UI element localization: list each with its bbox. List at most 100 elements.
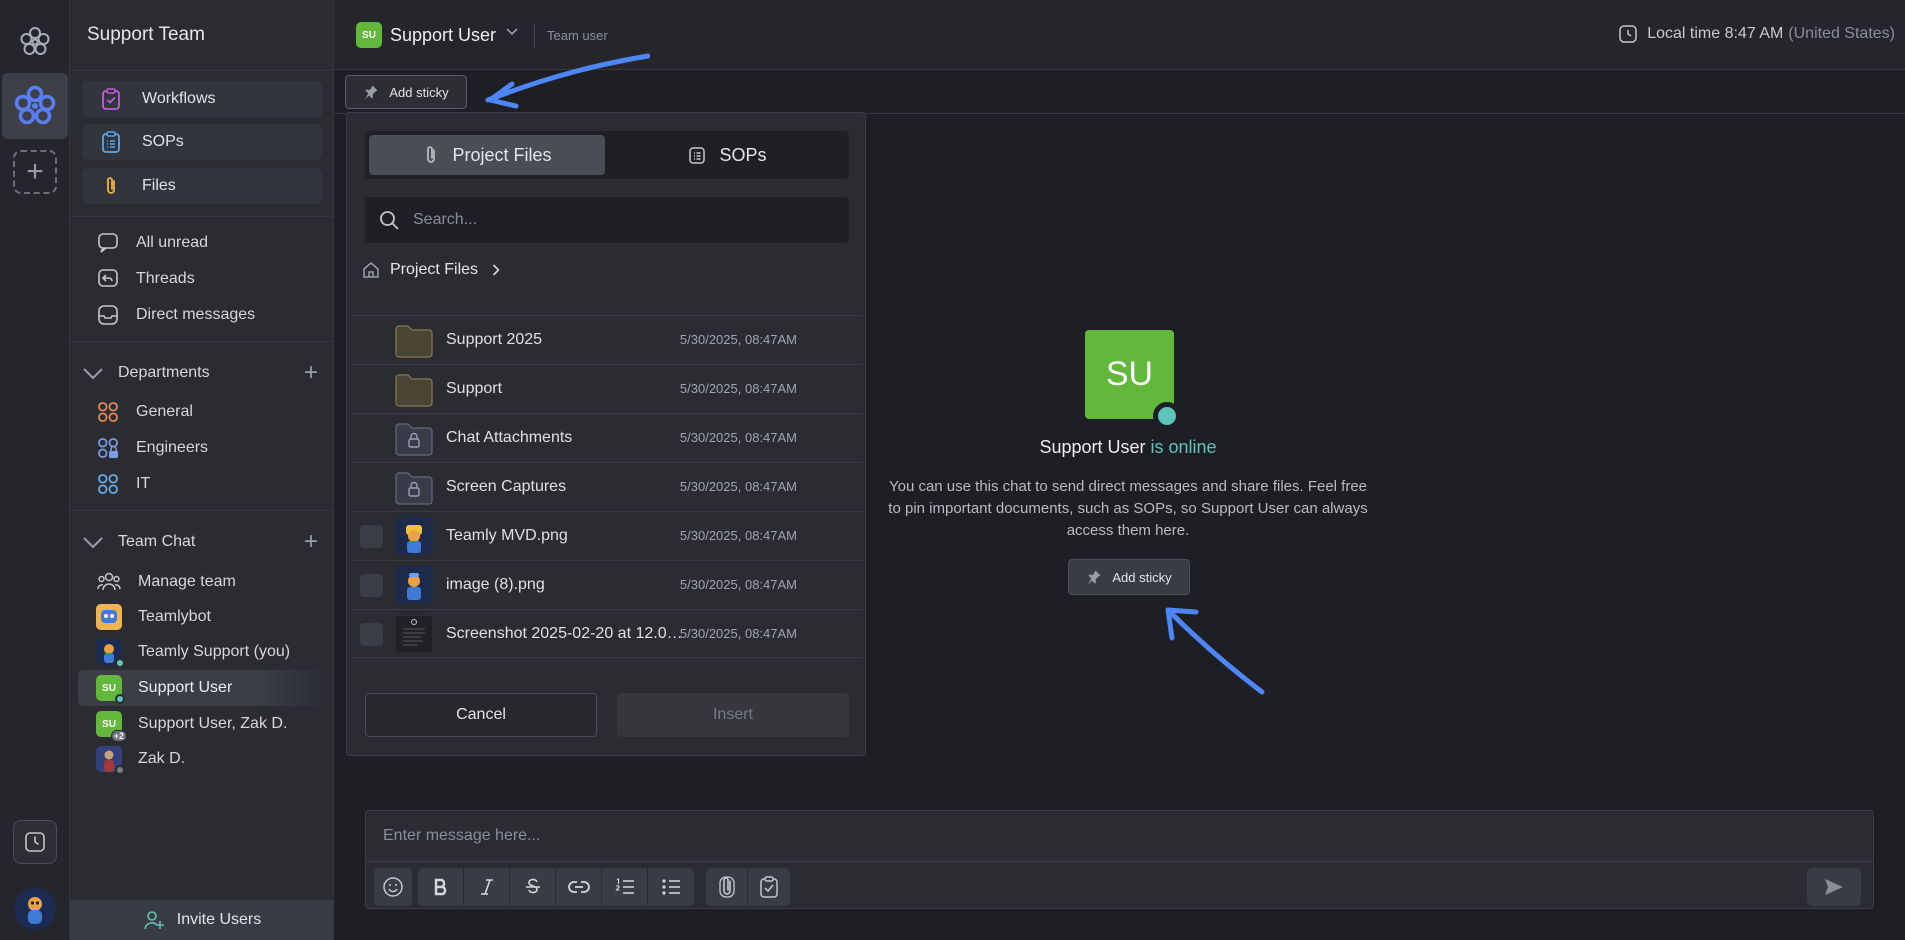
clock-icon [25,832,45,852]
tab-sops[interactable]: SOPs [609,135,845,175]
section-departments[interactable]: Departments + [80,358,324,388]
app-logo-icon[interactable] [17,24,53,60]
clipboard-list-icon [98,129,124,155]
add-workspace-button[interactable]: + [13,150,57,194]
message-input[interactable]: Enter message here... [383,827,540,845]
sidebar-item-files[interactable]: Files [82,168,322,204]
file-row[interactable]: Screen Captures 5/30/2025, 08:47AM [350,462,862,511]
add-department-button[interactable]: + [304,361,318,385]
sidebar-item-general[interactable]: General [96,397,193,427]
department-icon [96,472,120,496]
file-row[interactable]: Support 5/30/2025, 08:47AM [350,364,862,413]
link-button[interactable] [556,868,602,906]
file-checkbox[interactable] [360,525,383,548]
reply-icon [96,267,120,291]
add-sticky-button[interactable]: Add sticky [345,75,467,109]
file-search-input[interactable]: Search... [365,197,849,243]
checklist-button[interactable] [748,868,790,906]
sidebar-item-label: Direct messages [136,306,256,323]
workspace-icon [13,84,57,128]
welcome-title: Support User is online [885,437,1371,458]
file-row[interactable]: Chat Attachments 5/30/2025, 08:47AM [350,413,862,462]
breadcrumb-current[interactable]: Project Files [390,261,478,279]
user-avatar[interactable] [14,888,56,930]
bold-icon [434,878,446,896]
chevron-down-icon [80,535,106,549]
sidebar-item-workflows[interactable]: Workflows [82,81,322,117]
strikethrough-button[interactable] [510,868,556,906]
attach-button[interactable] [706,868,748,906]
sidebar-item-it[interactable]: IT [96,469,150,499]
attach-icon [718,876,735,898]
emoji-icon [383,877,403,897]
sidebar-item-sops[interactable]: SOPs [82,124,322,160]
invite-label: Invite Users [176,911,262,928]
avatar: SU [356,22,382,48]
sidebar-item-direct-messages[interactable]: Direct messages [96,300,255,330]
home-icon[interactable] [362,261,380,279]
tab-project-files[interactable]: Project Files [369,135,605,175]
sidebar-item-label: Files [142,177,176,194]
sidebar-item-teamly-support[interactable]: Teamly Support (you) [96,637,290,668]
member-count-badge: +2 [110,730,127,742]
emoji-button[interactable] [374,868,412,906]
section-team-chat[interactable]: Team Chat + [80,527,324,557]
sidebar-item-label: Teamlybot [138,608,211,625]
file-checkbox[interactable] [360,623,383,646]
divider [366,861,1873,862]
file-list: Support 2025 5/30/2025, 08:47AM Support … [350,315,862,658]
add-sticky-button[interactable]: Add sticky [1068,559,1190,595]
sidebar-item-teamlybot[interactable]: Teamlybot [96,602,211,632]
ordered-list-button[interactable] [602,868,648,906]
add-chat-button[interactable]: + [304,530,318,554]
sidebar-item-manage-team[interactable]: Manage team [96,567,236,597]
sticky-file-picker: Project Files SOPs Search... Project Fil… [346,112,866,756]
chevron-down-icon[interactable] [506,28,518,36]
sidebar-item-label: General [136,403,193,420]
avatar: SU +2 [96,711,127,742]
sidebar-item-group-chat[interactable]: SU +2 Support User, Zak D. [96,709,287,742]
avatar [96,746,125,775]
send-button[interactable] [1807,868,1861,906]
chevron-down-icon [80,366,106,380]
bold-button[interactable] [418,868,464,906]
clipboard-check-icon [98,86,124,112]
checklist-icon [760,876,778,898]
link-icon [567,881,590,893]
sidebar-item-label: SOPs [142,133,184,150]
cancel-button[interactable]: Cancel [365,693,597,737]
file-row[interactable]: Screenshot 2025-02-20 at 12.04.5... 5/30… [350,609,862,658]
file-date: 5/30/2025, 08:47AM [679,528,797,543]
file-row[interactable]: Teamly MVD.png 5/30/2025, 08:47AM [350,511,862,560]
file-checkbox[interactable] [360,574,383,597]
sidebar-item-all-unread[interactable]: All unread [96,228,208,258]
workspace-rail: + [0,0,70,940]
chat-title[interactable]: Support User [390,25,496,46]
section-title: Team Chat [118,533,196,550]
sidebar-item-threads[interactable]: Threads [96,264,195,294]
online-indicator [115,694,125,704]
file-row[interactable]: Support 2025 5/30/2025, 08:47AM [350,315,862,364]
sidebar-item-engineers[interactable]: Engineers [96,433,208,463]
inbox-icon [96,303,120,327]
add-sticky-label: Add sticky [1112,569,1172,585]
user-role: Team user [547,28,608,43]
history-button[interactable] [13,820,57,864]
file-date: 5/30/2025, 08:47AM [679,626,797,641]
workspace-title[interactable]: Support Team [87,24,205,46]
sidebar-item-label: Manage team [138,573,236,590]
file-row[interactable]: image (8).png 5/30/2025, 08:47AM [350,560,862,609]
divider [70,341,334,342]
italic-button[interactable] [464,868,510,906]
workspace-support-team[interactable] [2,73,68,139]
bullet-list-button[interactable] [648,868,694,906]
chevron-right-icon [492,264,500,276]
sidebar-item-zak[interactable]: Zak D. [96,744,185,775]
avatar-initials: SU [102,682,116,694]
sidebar-item-support-user[interactable]: SU Support User [96,673,232,704]
divider [70,510,334,511]
image-thumbnail [395,615,433,653]
avatar [96,604,122,630]
invite-users-button[interactable]: Invite Users [70,900,334,940]
insert-button[interactable]: Insert [617,693,849,737]
